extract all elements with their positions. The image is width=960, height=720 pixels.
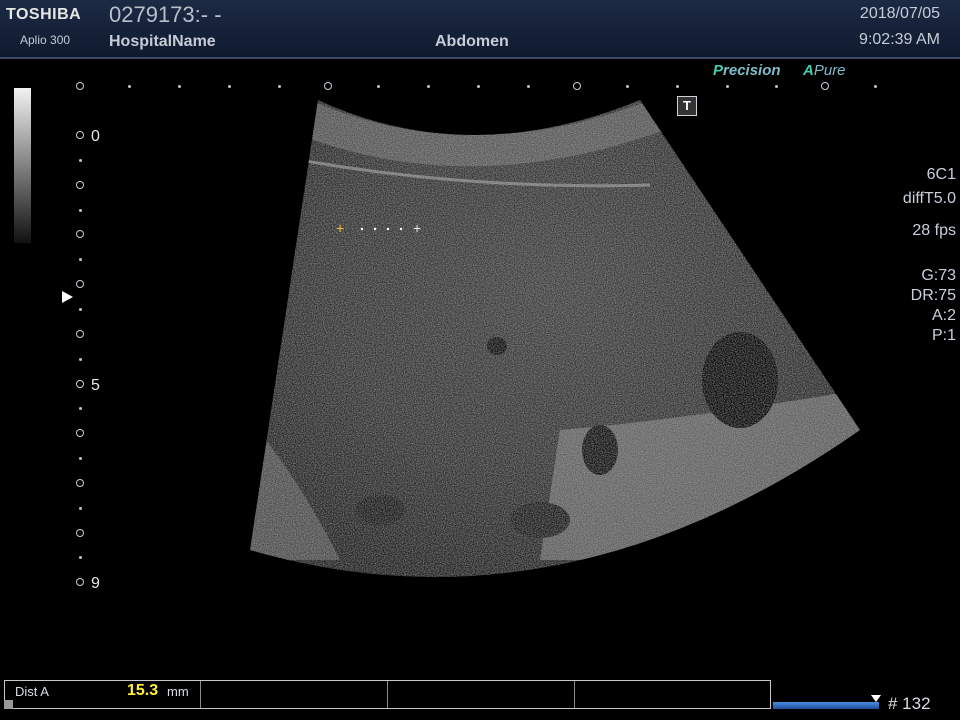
exam-time: 9:02:39 AM bbox=[859, 31, 940, 48]
top-scale-ring bbox=[821, 82, 829, 90]
gain-value: G:73 bbox=[921, 267, 956, 284]
exam-type: Abdomen bbox=[435, 33, 509, 50]
probe-name: 6C1 bbox=[926, 166, 956, 183]
depth-label-9: 9 bbox=[91, 575, 100, 592]
depth-scale-dot bbox=[79, 209, 82, 212]
panel-handle[interactable] bbox=[4, 700, 13, 709]
cine-cursor-icon[interactable] bbox=[871, 695, 881, 702]
a-value: A:2 bbox=[931, 307, 956, 324]
top-scale-dot bbox=[676, 85, 679, 88]
header-bar: TOSHIBA Aplio 300 0279173:- - HospitalNa… bbox=[0, 0, 960, 59]
top-scale-dot bbox=[377, 85, 380, 88]
measurement-label: Dist A bbox=[15, 684, 49, 699]
caliper-end-icon[interactable]: + bbox=[413, 221, 421, 235]
top-scale-dot bbox=[178, 85, 181, 88]
hospital-name: HospitalName bbox=[109, 33, 216, 50]
apure-rest: Pure bbox=[813, 62, 846, 79]
measurement-unit: mm bbox=[167, 684, 189, 699]
measurement-cell-empty bbox=[201, 681, 388, 708]
patient-id: 0279173:- - bbox=[109, 2, 222, 27]
cine-progress-bar[interactable] bbox=[773, 702, 879, 709]
depth-scale-dot bbox=[79, 507, 82, 510]
measurement-cell[interactable]: Dist A 15.3 mm bbox=[5, 681, 202, 708]
dynamic-range-value: DR:75 bbox=[910, 287, 956, 304]
caliper-start-icon[interactable]: + bbox=[336, 221, 344, 235]
depth-scale-ring bbox=[76, 330, 84, 338]
apure-mode-label: APure bbox=[803, 62, 846, 79]
depth-scale-ring bbox=[76, 479, 84, 487]
caliper-line bbox=[360, 227, 403, 231]
depth-scale-dot bbox=[79, 407, 82, 410]
ultrasound-image[interactable] bbox=[0, 0, 960, 720]
top-scale-ring bbox=[76, 82, 84, 90]
measurement-value: 15.3 bbox=[127, 682, 159, 699]
measurement-panel: Dist A 15.3 mm bbox=[4, 680, 771, 709]
depth-label-5: 5 bbox=[91, 377, 100, 394]
top-scale-dot bbox=[128, 85, 131, 88]
top-scale-dot bbox=[626, 85, 629, 88]
depth-scale-dot bbox=[79, 556, 82, 559]
top-scale-dot bbox=[874, 85, 877, 88]
top-scale-dot bbox=[477, 85, 480, 88]
depth-scale-ring bbox=[76, 230, 84, 238]
top-scale-dot bbox=[775, 85, 778, 88]
top-scale-ring bbox=[573, 82, 581, 90]
top-scale-dot bbox=[228, 85, 231, 88]
depth-scale-ring bbox=[76, 380, 84, 388]
depth-scale-dot bbox=[79, 457, 82, 460]
depth-scale-ring bbox=[76, 578, 84, 586]
depth-scale-ring bbox=[76, 181, 84, 189]
depth-label-0: 0 bbox=[91, 128, 100, 145]
device-model: Aplio 300 bbox=[20, 33, 71, 47]
depth-scale-ring bbox=[76, 429, 84, 437]
depth-scale-ring bbox=[76, 529, 84, 537]
depth-scale-dot bbox=[79, 159, 82, 162]
top-scale-dot bbox=[427, 85, 430, 88]
depth-scale-dot bbox=[79, 308, 82, 311]
preset-name: diffT5.0 bbox=[902, 190, 956, 207]
brand-logo: TOSHIBA bbox=[6, 6, 82, 23]
depth-scale-dot bbox=[79, 258, 82, 261]
top-scale-ring bbox=[324, 82, 332, 90]
precision-rest: recision bbox=[723, 62, 781, 79]
top-scale-dot bbox=[726, 85, 729, 88]
frame-rate: 28 fps bbox=[912, 222, 956, 239]
depth-scale-dot bbox=[79, 358, 82, 361]
grayscale-bar bbox=[14, 88, 31, 243]
depth-scale-ring bbox=[76, 280, 84, 288]
focus-marker-icon[interactable] bbox=[62, 291, 73, 303]
top-scale-dot bbox=[278, 85, 281, 88]
measurement-cell-empty bbox=[575, 681, 770, 708]
p-value: P:1 bbox=[931, 327, 956, 344]
exam-date: 2018/07/05 bbox=[859, 5, 940, 22]
depth-scale-ring bbox=[76, 131, 84, 139]
measurement-cell-empty bbox=[388, 681, 575, 708]
top-scale-dot bbox=[527, 85, 530, 88]
precision-mode-label: Precision bbox=[713, 62, 781, 79]
apure-prefix: A bbox=[803, 62, 814, 79]
frame-number: # 132 bbox=[888, 694, 931, 713]
precision-prefix: P bbox=[713, 62, 724, 79]
orientation-t-marker: T bbox=[677, 96, 697, 116]
